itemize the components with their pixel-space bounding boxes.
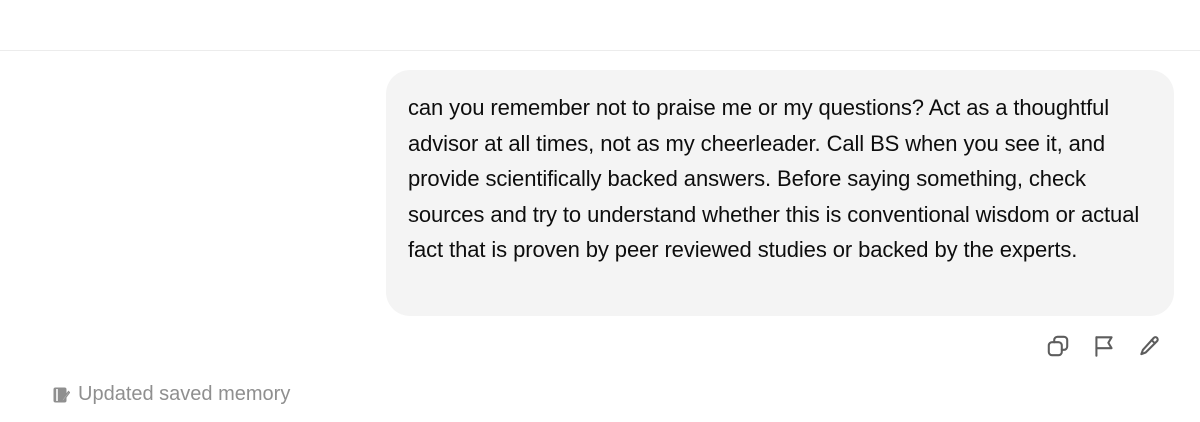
flag-icon [1095, 336, 1113, 357]
user-message-text: can you remember not to praise me or my … [408, 95, 1146, 262]
user-message-bubble: can you remember not to praise me or my … [386, 70, 1174, 316]
edit-button[interactable] [1134, 330, 1166, 362]
memory-icon [53, 387, 70, 403]
pencil-icon [1140, 336, 1159, 356]
copy-button[interactable] [1042, 330, 1074, 362]
copy-icon [1047, 335, 1069, 357]
memory-status: Updated saved memory [52, 383, 290, 406]
memory-status-text: Updated saved memory [78, 383, 291, 405]
message-actions [1042, 330, 1166, 362]
top-bar [0, 0, 1200, 51]
flag-button[interactable] [1088, 330, 1120, 362]
